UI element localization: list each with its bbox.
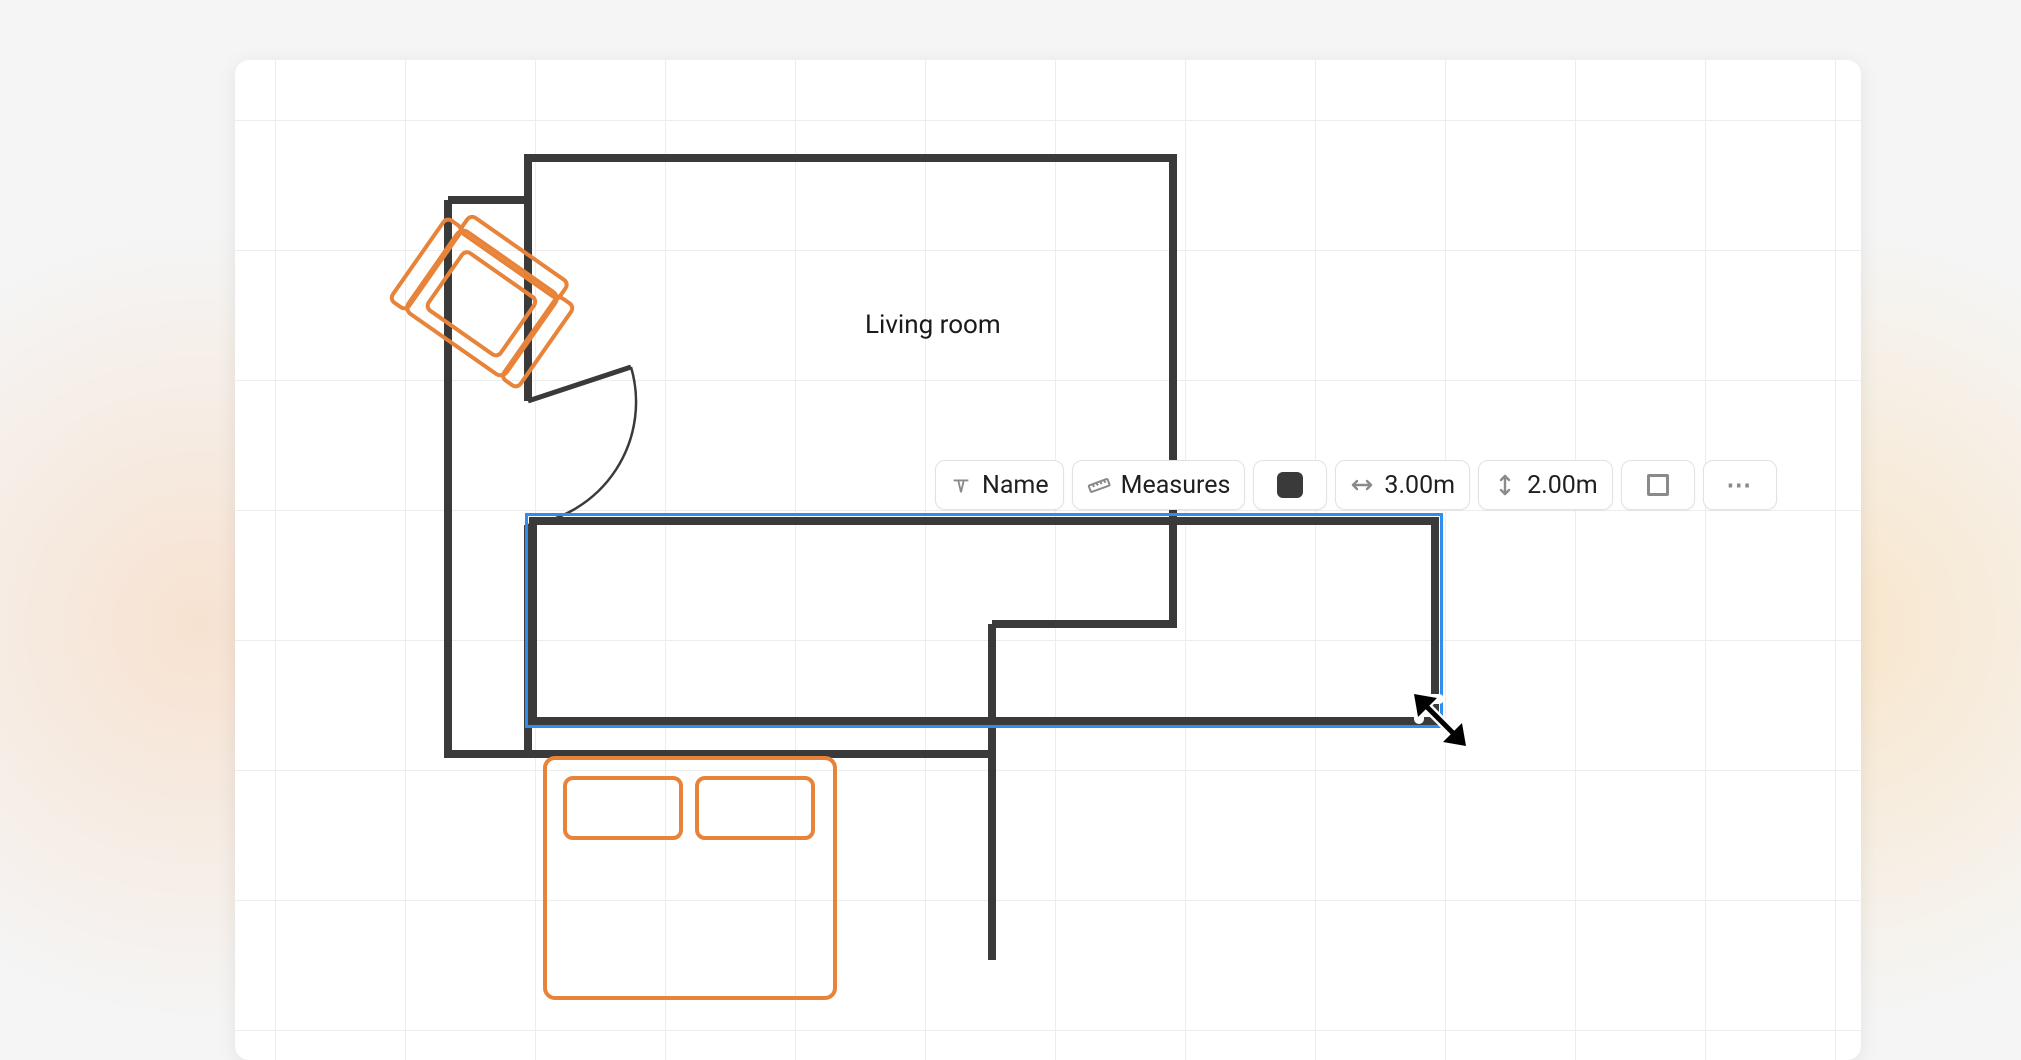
outline-toggle-button[interactable]	[1621, 460, 1695, 510]
floorplan-editor-window: Living room Name	[235, 60, 1861, 1060]
text-icon	[950, 474, 972, 496]
ruler-icon	[1087, 473, 1111, 497]
measures-label: Measures	[1121, 471, 1231, 500]
floorplan-canvas[interactable]	[235, 60, 1861, 1060]
more-icon: ⋯	[1726, 470, 1753, 500]
name-label: Name	[982, 471, 1049, 500]
color-swatch-button[interactable]	[1253, 460, 1327, 510]
arrow-horizontal-icon	[1350, 473, 1374, 497]
square-outline-icon	[1647, 474, 1669, 496]
arrow-vertical-icon	[1493, 473, 1517, 497]
room-selected[interactable]	[533, 521, 1435, 721]
width-value: 3.00m	[1384, 471, 1455, 500]
height-field[interactable]: 2.00m	[1478, 460, 1613, 510]
height-value: 2.00m	[1527, 471, 1598, 500]
room-label[interactable]: Living room	[865, 310, 1001, 340]
measures-button[interactable]: Measures	[1072, 460, 1246, 510]
selection-toolbar: Name Measures	[935, 460, 1777, 510]
name-button[interactable]: Name	[935, 460, 1064, 510]
furniture-armchair[interactable]	[389, 204, 583, 388]
more-button[interactable]: ⋯	[1703, 460, 1777, 510]
color-swatch-icon	[1277, 472, 1303, 498]
furniture-bed[interactable]	[545, 758, 835, 998]
width-field[interactable]: 3.00m	[1335, 460, 1470, 510]
